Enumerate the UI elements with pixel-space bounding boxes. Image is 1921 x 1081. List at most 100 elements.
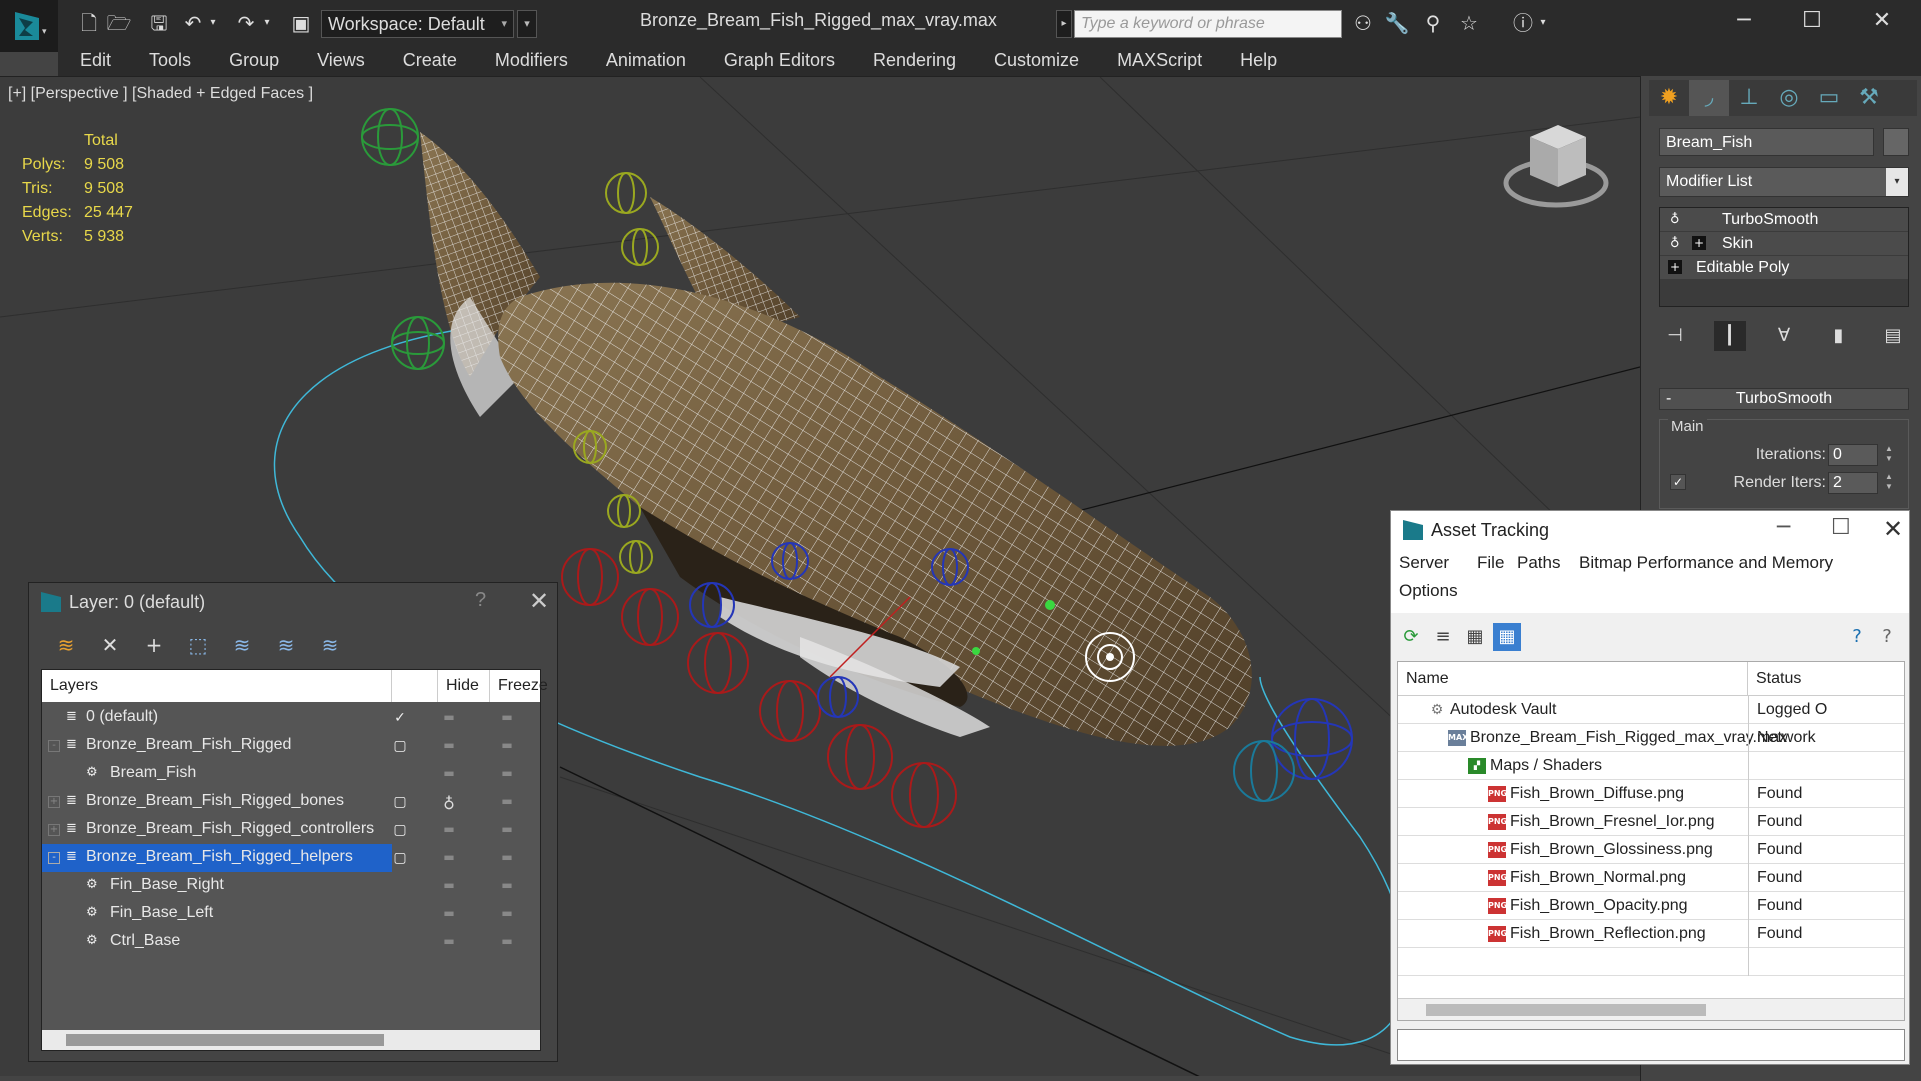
object-color-swatch[interactable]: [1883, 128, 1909, 156]
menu-rendering[interactable]: Rendering: [873, 50, 956, 71]
asset-row[interactable]: ⚙ Autodesk Vault Logged O: [1398, 696, 1904, 724]
person-icon[interactable]: ⚲: [1420, 10, 1446, 36]
rollout-header[interactable]: - TurboSmooth: [1659, 388, 1909, 410]
lightbulb-icon[interactable]: ♁: [1670, 208, 1686, 232]
freeze-toggle[interactable]: ▬: [496, 766, 518, 780]
freeze-toggle[interactable]: ▬: [496, 710, 518, 724]
help-dropdown-icon[interactable]: ▾: [1536, 10, 1550, 36]
menu-paths[interactable]: Paths: [1517, 553, 1560, 573]
object-row[interactable]: ⚙ Fin_Base_Right ▬ ▬: [42, 872, 540, 900]
create-tab-icon[interactable]: ✹: [1649, 80, 1689, 116]
minimize-icon[interactable]: ─: [1777, 515, 1790, 540]
scrollbar-thumb[interactable]: [1426, 1004, 1706, 1016]
motion-tab-icon[interactable]: ◎: [1769, 80, 1809, 116]
expand-icon[interactable]: +: [1668, 260, 1682, 274]
refresh-icon[interactable]: ⟳: [1397, 623, 1425, 651]
asset-row[interactable]: PNG Fish_Brown_Glossiness.png Found: [1398, 836, 1904, 864]
expand-icon[interactable]: +: [1692, 236, 1706, 250]
horizontal-scrollbar[interactable]: [42, 1030, 540, 1050]
object-row[interactable]: ⚙ Fin_Base_Left ▬ ▬: [42, 900, 540, 928]
object-name-field[interactable]: Bream_Fish: [1659, 128, 1874, 156]
modifier-list-dropdown[interactable]: Modifier List ▾: [1659, 167, 1909, 197]
asset-row[interactable]: PNG Fish_Brown_Fresnel_Ior.png Found: [1398, 808, 1904, 836]
add-to-layer-icon[interactable]: +: [139, 630, 169, 660]
asset-path-field[interactable]: [1397, 1029, 1905, 1061]
utilities-tab-icon[interactable]: ⚒: [1849, 80, 1889, 116]
menu-bitmap-performance[interactable]: Bitmap Performance and Memory: [1579, 553, 1833, 573]
asset-row[interactable]: PNG Fish_Brown_Opacity.png Found: [1398, 892, 1904, 920]
hide-all-icon[interactable]: ≋: [271, 630, 301, 660]
app-logo-button[interactable]: ▾: [0, 0, 58, 52]
menu-tools[interactable]: Tools: [149, 50, 191, 71]
spinner-icon[interactable]: ▲ ▼: [1882, 472, 1896, 494]
save-icon[interactable]: 🖫: [146, 10, 172, 36]
render-iters-checkbox[interactable]: ✓: [1670, 474, 1686, 490]
workspace-menu-button[interactable]: ▾: [517, 10, 537, 38]
workspace-select[interactable]: Workspace: Default ▾: [321, 10, 514, 38]
spinner-icon[interactable]: ▲ ▼: [1882, 444, 1896, 466]
freeze-toggle[interactable]: ▬: [496, 822, 518, 836]
help-button[interactable]: ?: [475, 589, 486, 612]
menu-help[interactable]: Help: [1240, 50, 1277, 71]
star-icon[interactable]: ☆: [1456, 10, 1482, 36]
menu-views[interactable]: Views: [317, 50, 365, 71]
menu-customize[interactable]: Customize: [994, 50, 1079, 71]
menu-maxscript[interactable]: MAXScript: [1117, 50, 1202, 71]
layer-checkbox-icon[interactable]: ▢: [392, 794, 408, 810]
close-icon[interactable]: ✕: [529, 587, 549, 615]
hide-toggle[interactable]: ▬: [438, 934, 460, 948]
pin-stack-icon[interactable]: ⊣: [1659, 321, 1691, 351]
menu-create[interactable]: Create: [403, 50, 457, 71]
project-folder-icon[interactable]: ▣: [288, 10, 314, 36]
freeze-toggle[interactable]: ▬: [496, 934, 518, 948]
layer-checkbox-icon[interactable]: ▢: [392, 738, 408, 754]
collapse-icon[interactable]: -: [48, 740, 60, 752]
column-hide[interactable]: Hide: [438, 670, 490, 702]
stack-item-turbosmooth[interactable]: ♁ TurboSmooth: [1660, 208, 1908, 232]
column-freeze[interactable]: Freeze: [490, 670, 548, 702]
layer-checkbox-icon[interactable]: ▢: [392, 822, 408, 838]
column-status[interactable]: Status: [1748, 662, 1904, 696]
viewcube[interactable]: [1503, 125, 1609, 208]
hide-toggle[interactable]: ▬: [438, 738, 460, 752]
collapse-icon[interactable]: -: [48, 852, 60, 864]
menu-animation[interactable]: Animation: [606, 50, 686, 71]
menu-group[interactable]: Group: [229, 50, 279, 71]
freeze-toggle[interactable]: ▬: [496, 794, 518, 808]
freeze-toggle[interactable]: ▬: [496, 906, 518, 920]
render-iters-field[interactable]: 2: [1828, 472, 1878, 494]
freeze-toggle[interactable]: ▬: [496, 850, 518, 864]
new-layer-icon[interactable]: ≋: [51, 630, 81, 660]
open-file-icon[interactable]: 🗁: [106, 10, 132, 36]
layer-row[interactable]: + ≣ Bronze_Bream_Fish_Rigged_bones ▢ ♁ ▬: [42, 788, 540, 816]
highlight-layer-icon[interactable]: ≋: [227, 630, 257, 660]
display-tab-icon[interactable]: ▭: [1809, 80, 1849, 116]
hide-toggle[interactable]: ▬: [438, 822, 460, 836]
menu-modifiers[interactable]: Modifiers: [495, 50, 568, 71]
thumbnail-view-icon[interactable]: ▦: [1461, 623, 1489, 651]
scrollbar-thumb[interactable]: [66, 1034, 384, 1046]
asset-row[interactable]: PNG Fish_Brown_Diffuse.png Found: [1398, 780, 1904, 808]
close-icon[interactable]: ✕: [1862, 4, 1902, 38]
layer-row[interactable]: ≣ 0 (default) ✓ ▬ ▬: [42, 704, 540, 732]
menu-edit[interactable]: Edit: [80, 50, 111, 71]
table-view-icon[interactable]: ▦: [1493, 623, 1521, 651]
expand-icon[interactable]: +: [48, 796, 60, 808]
dialog-titlebar[interactable]: Layer: 0 (default) ? ✕: [29, 583, 557, 621]
asset-row[interactable]: ▞ Maps / Shaders: [1398, 752, 1904, 780]
column-layers[interactable]: Layers: [42, 670, 392, 702]
object-row[interactable]: ⚙ Bream_Fish ▬ ▬: [42, 760, 540, 788]
show-end-result-icon[interactable]: ┃: [1713, 321, 1746, 351]
object-row[interactable]: ⚙ Ctrl_Base ▬ ▬: [42, 928, 540, 956]
freeze-toggle[interactable]: ▬: [496, 878, 518, 892]
remove-modifier-icon[interactable]: ▮: [1823, 321, 1855, 351]
menu-options[interactable]: Options: [1399, 581, 1458, 601]
hide-toggle[interactable]: ▬: [438, 710, 460, 724]
make-unique-icon[interactable]: ∀: [1768, 321, 1800, 351]
lightbulb-icon[interactable]: ♁: [1670, 232, 1686, 256]
stack-item-editable-poly[interactable]: + Editable Poly: [1660, 256, 1908, 280]
hierarchy-tab-icon[interactable]: ⊥: [1729, 80, 1769, 116]
menu-file[interactable]: File: [1477, 553, 1504, 573]
configure-sets-icon[interactable]: ▤: [1877, 321, 1909, 351]
close-icon[interactable]: ✕: [1883, 515, 1903, 543]
